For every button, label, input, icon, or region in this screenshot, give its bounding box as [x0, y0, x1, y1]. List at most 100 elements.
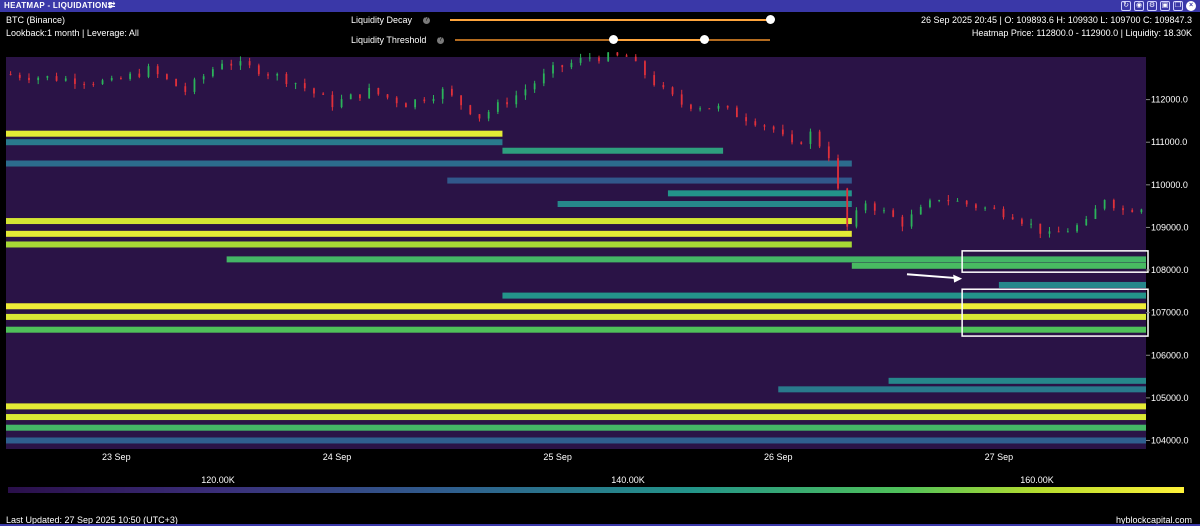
candle-body	[763, 125, 766, 127]
candle-body	[947, 200, 950, 202]
candle-body	[515, 95, 518, 105]
candle-body	[9, 74, 12, 76]
decay-slider-fill	[450, 19, 770, 21]
candle-body	[165, 74, 168, 80]
y-tick-label: 109000.0	[1151, 222, 1189, 232]
candle-body	[423, 99, 426, 102]
candle-body	[772, 126, 775, 130]
candle-body	[607, 52, 610, 62]
candle-body	[469, 105, 472, 115]
candle-body	[892, 210, 895, 217]
color-scale-tick: 160.00K	[1020, 475, 1054, 485]
refresh-icon[interactable]: ↻	[1121, 1, 1131, 11]
candle-body	[478, 114, 481, 119]
candle-body	[561, 65, 564, 68]
candle-body	[1122, 208, 1124, 211]
save-icon[interactable]: ▣	[1160, 1, 1170, 11]
candle-body	[230, 63, 233, 66]
y-tick-label: 105000.0	[1151, 393, 1189, 403]
threshold-label: Liquidity Threshold	[351, 35, 427, 45]
liquidity-band	[851, 262, 1146, 269]
candle-body	[855, 210, 858, 227]
candle-body	[221, 63, 223, 70]
candle-body	[1011, 217, 1014, 220]
liquidity-band	[6, 160, 852, 167]
candle-body	[1002, 208, 1005, 218]
candle-body	[1076, 225, 1078, 232]
candle-body	[303, 83, 306, 89]
candle-body	[267, 74, 269, 76]
candle-body	[1131, 210, 1134, 213]
liquidity-band	[6, 241, 852, 248]
candle-body	[846, 188, 849, 227]
candle-body	[1030, 223, 1032, 225]
x-tick-label: 26 Sep	[764, 452, 793, 462]
candle-body	[1039, 223, 1042, 234]
candle-body	[929, 200, 931, 207]
candle-body	[395, 97, 398, 104]
x-tick-label: 27 Sep	[985, 452, 1014, 462]
liquidity-band	[6, 303, 1146, 310]
ohlc-readout: 26 Sep 2025 20:45 | O: 109893.6 H: 10993…	[920, 15, 1192, 25]
candle-body	[910, 214, 913, 227]
title-bar: HEATMAP - LIQUIDATIONS ⇄ ↻ ◉ ⚙ ▣ ❐ ×	[0, 0, 1200, 12]
candle-body	[92, 83, 95, 85]
settings-icon[interactable]: ⚙	[1147, 1, 1157, 11]
threshold-help-icon[interactable]: ?	[437, 37, 444, 44]
candle-body	[156, 66, 159, 75]
candle-body	[827, 146, 830, 159]
copy-icon[interactable]: ❐	[1173, 1, 1183, 11]
threshold-slider[interactable]	[455, 35, 770, 44]
camera-icon[interactable]: ◉	[1134, 1, 1144, 11]
x-tick-label: 23 Sep	[102, 452, 131, 462]
candle-body	[690, 104, 692, 109]
candle-body	[542, 73, 545, 84]
decay-slider-knob[interactable]	[766, 15, 775, 24]
candle-body	[322, 93, 325, 95]
candle-body	[726, 105, 729, 108]
candle-body	[37, 77, 40, 81]
y-tick-label: 104000.0	[1151, 435, 1189, 445]
liquidity-band	[557, 201, 852, 207]
candle-body	[1057, 231, 1060, 233]
threshold-knob-high[interactable]	[699, 35, 709, 44]
threshold-knob-low[interactable]	[608, 35, 618, 44]
candle-body	[405, 103, 407, 108]
candle-body	[193, 79, 196, 92]
decay-slider[interactable]	[450, 15, 775, 24]
candle-body	[313, 88, 315, 94]
close-icon[interactable]: ×	[1186, 1, 1196, 11]
candle-body	[1103, 199, 1106, 209]
liquidity-band	[6, 403, 1146, 410]
candle-body	[634, 56, 637, 62]
candle-body	[184, 86, 187, 92]
candle-body	[625, 55, 628, 57]
liquidity-band	[6, 424, 1146, 431]
candle-body	[1048, 231, 1051, 234]
candle-body	[588, 57, 591, 59]
window-title: HEATMAP - LIQUIDATIONS	[4, 1, 114, 10]
candle-body	[1085, 218, 1088, 226]
lookback-label: Lookback:1 month | Leverage: All	[6, 28, 139, 38]
candle-body	[864, 203, 867, 211]
candle-body	[331, 94, 334, 108]
candle-body	[340, 99, 343, 108]
candle-body	[524, 89, 527, 96]
decay-help-icon[interactable]: ?	[423, 17, 430, 24]
candle-body	[818, 131, 821, 147]
candle-body	[800, 142, 803, 144]
x-tick-label: 24 Sep	[323, 452, 352, 462]
candle-body	[598, 57, 600, 62]
candle-body	[809, 131, 812, 144]
color-scale-tick: 120.00K	[201, 475, 235, 485]
candle-body	[55, 76, 58, 81]
candle-body	[175, 79, 177, 87]
candle-body	[1094, 208, 1097, 219]
liquidity-band	[6, 313, 1146, 320]
heatmap-chart[interactable]: 112000.0 111000.0 110000.0 109000.0 108000.0…	[0, 52, 1200, 464]
liquidity-band	[888, 377, 1146, 384]
candle-body	[1066, 231, 1069, 233]
y-tick-label: 111000.0	[1151, 137, 1187, 147]
candle-body	[432, 98, 435, 102]
swap-icon[interactable]: ⇄	[108, 0, 116, 11]
